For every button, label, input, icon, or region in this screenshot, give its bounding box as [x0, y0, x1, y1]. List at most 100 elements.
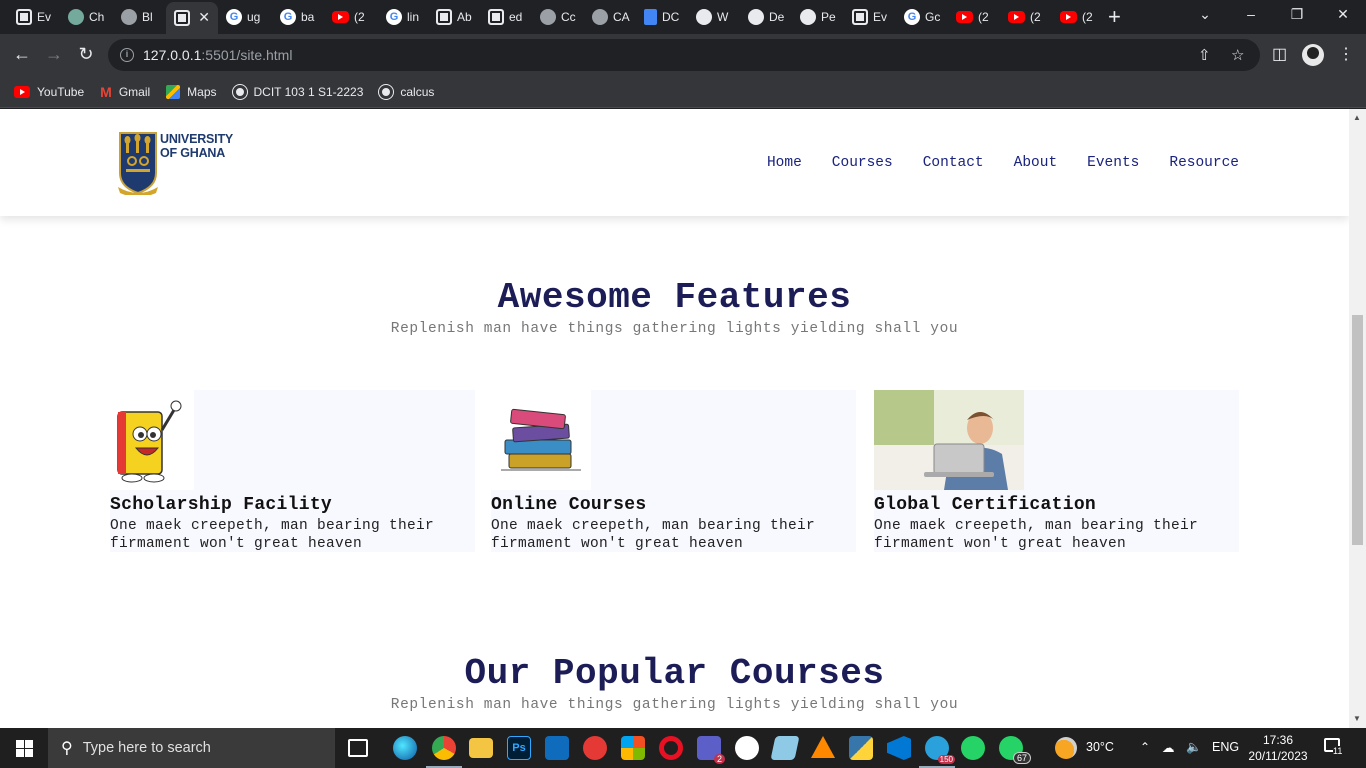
close-window-icon[interactable]: ✕ [1328, 6, 1358, 23]
feature-card-global-certification[interactable]: Global Certification One maek creepeth, … [874, 390, 1239, 552]
weather-temp[interactable]: 30°C [1086, 740, 1114, 754]
task-view-icon[interactable] [348, 739, 368, 757]
browser-tab[interactable]: (2 [948, 4, 998, 30]
bookmark-item[interactable]: M Gmail [100, 84, 150, 100]
browser-tab[interactable]: Ab [428, 4, 478, 30]
nav-link-courses[interactable]: Courses [832, 155, 893, 171]
new-tab-button[interactable]: + [1108, 6, 1121, 28]
browser-tab[interactable]: CA [584, 4, 634, 30]
edge-icon[interactable] [393, 736, 417, 760]
page-icon [16, 9, 32, 25]
book-stack-image [491, 390, 591, 490]
tab-strip: Ev Ch Bl ✕ Gug Gba (2 Glin Ab ed Cc CA DC W De Pe Ev G Gc(… [0, 0, 1366, 34]
bookmark-item[interactable]: calcus [379, 84, 434, 99]
notification-count: 11 [1333, 746, 1343, 756]
browser-tab[interactable]: Gba [272, 4, 322, 30]
browser-tab[interactable]: Ch [60, 4, 110, 30]
bookmark-item[interactable]: Maps [166, 84, 217, 99]
browser-tab[interactable]: (2 [324, 4, 374, 30]
clock[interactable]: 17:36 20/11/2023 [1248, 732, 1308, 764]
side-panel-icon[interactable]: ◫ [1272, 44, 1287, 64]
nav-link-contact[interactable]: Contact [923, 155, 984, 171]
browser-tab[interactable]: ✕ [166, 2, 218, 34]
chrome-icon[interactable] [426, 736, 462, 768]
bookmarks-bar: YouTube M Gmail Maps DCIT 103 1 S1-2223 calcu… [0, 76, 1366, 108]
browser-tab[interactable]: Glin [378, 4, 428, 30]
site-info-icon[interactable]: i [120, 48, 134, 62]
tab-label: Cc [561, 10, 576, 24]
restore-icon[interactable]: ❐ [1282, 6, 1312, 23]
nav-link-about[interactable]: About [1014, 155, 1058, 171]
page-scrollbar[interactable]: ▲ ▼ [1349, 109, 1366, 728]
notes-app-icon[interactable] [770, 736, 800, 760]
browser-tab[interactable]: Ev [8, 4, 58, 30]
tab-label: Ev [873, 10, 888, 24]
browser-tab[interactable]: Bl [113, 4, 163, 30]
volume-icon[interactable]: 🔈 [1186, 740, 1202, 755]
tray-chevron-icon[interactable]: ⌃ [1140, 740, 1150, 754]
bookmark-star-icon[interactable]: ☆ [1231, 46, 1244, 64]
browser-tab[interactable]: Cc [532, 4, 582, 30]
whatsapp-icon[interactable] [961, 736, 985, 760]
screen-recorder-icon[interactable] [583, 736, 607, 760]
scroll-thumb[interactable] [1352, 315, 1363, 545]
browser-tab[interactable]: Ev [844, 4, 894, 30]
feature-card-scholarship[interactable]: Scholarship Facility One maek creepeth, … [110, 390, 475, 552]
share-icon[interactable]: ⇧ [1198, 46, 1211, 64]
vlc-icon[interactable] [811, 736, 835, 758]
photoshop-icon[interactable]: Ps [507, 736, 531, 760]
mail-icon[interactable] [545, 736, 569, 760]
file-explorer-icon[interactable] [469, 738, 493, 758]
teams-icon[interactable]: 2 [697, 736, 725, 764]
start-button[interactable] [0, 728, 48, 768]
opera-icon[interactable] [659, 736, 683, 760]
forward-arrow-icon[interactable]: → [43, 44, 65, 64]
python-icon[interactable] [849, 736, 873, 760]
feature-card-online-courses[interactable]: Online Courses One maek creepeth, man be… [491, 390, 856, 552]
university-logo[interactable]: UNIVERSITY OF GHANA [116, 129, 236, 197]
whatsapp-business-icon[interactable]: 67 [999, 736, 1031, 764]
browser-tab[interactable]: (2 [1052, 4, 1102, 30]
logo-text: UNIVERSITY OF GHANA [160, 132, 233, 160]
tab-close-icon[interactable]: ✕ [198, 9, 210, 26]
browser-tab[interactable]: DC [636, 4, 686, 30]
page-icon [488, 9, 504, 25]
reload-icon[interactable]: ↻ [75, 44, 97, 64]
tab-label: Ab [457, 10, 472, 24]
browser-tab[interactable]: (2 [1000, 4, 1050, 30]
bookmark-item[interactable]: DCIT 103 1 S1-2223 [232, 84, 363, 99]
tab-label: ba [301, 10, 315, 24]
browser-tab[interactable]: ed [480, 4, 530, 30]
browser-tab[interactable]: Gug [218, 4, 268, 30]
browser-tab[interactable]: De [740, 4, 790, 30]
bookmark-label: Gmail [118, 84, 151, 99]
notification-center-icon[interactable]: 11 [1324, 738, 1343, 756]
youtube-icon [14, 85, 30, 98]
language-indicator[interactable]: ENG [1212, 740, 1239, 754]
bookmark-item[interactable]: YouTube [14, 85, 84, 99]
google-icon: G [226, 9, 242, 25]
browser-tab[interactable]: W [688, 4, 738, 30]
minimize-icon[interactable]: – [1236, 6, 1266, 22]
weather-sun-icon[interactable] [1055, 737, 1077, 762]
address-bar[interactable]: i 127.0.0.1:5501/site.html ⇧ ☆ [108, 39, 1260, 71]
profile-avatar[interactable] [1302, 44, 1324, 66]
tab-label: (2 [978, 10, 989, 24]
vscode-icon[interactable] [887, 736, 911, 760]
menu-kebab-icon[interactable]: ⋮ [1338, 44, 1354, 64]
taskbar-search[interactable]: ⚲ Type here to search [48, 728, 335, 768]
page-viewport: UNIVERSITY OF GHANA Home Courses Contact Ab… [0, 109, 1366, 728]
telegram-icon[interactable]: 150 [919, 736, 955, 768]
store-icon[interactable] [621, 736, 645, 760]
w-app-icon[interactable] [735, 736, 759, 760]
scroll-down-icon[interactable]: ▼ [1353, 714, 1361, 723]
nav-link-resource[interactable]: Resource [1169, 155, 1239, 171]
scroll-up-icon[interactable]: ▲ [1353, 113, 1361, 122]
browser-tab[interactable]: G Gc [896, 4, 946, 30]
nav-link-home[interactable]: Home [767, 155, 802, 171]
tab-search-chevron-icon[interactable]: ⌄ [1190, 6, 1220, 23]
back-arrow-icon[interactable]: ← [11, 44, 33, 64]
onedrive-icon[interactable]: ☁ [1162, 740, 1175, 755]
browser-tab[interactable]: Pe [792, 4, 842, 30]
nav-link-events[interactable]: Events [1087, 155, 1139, 171]
